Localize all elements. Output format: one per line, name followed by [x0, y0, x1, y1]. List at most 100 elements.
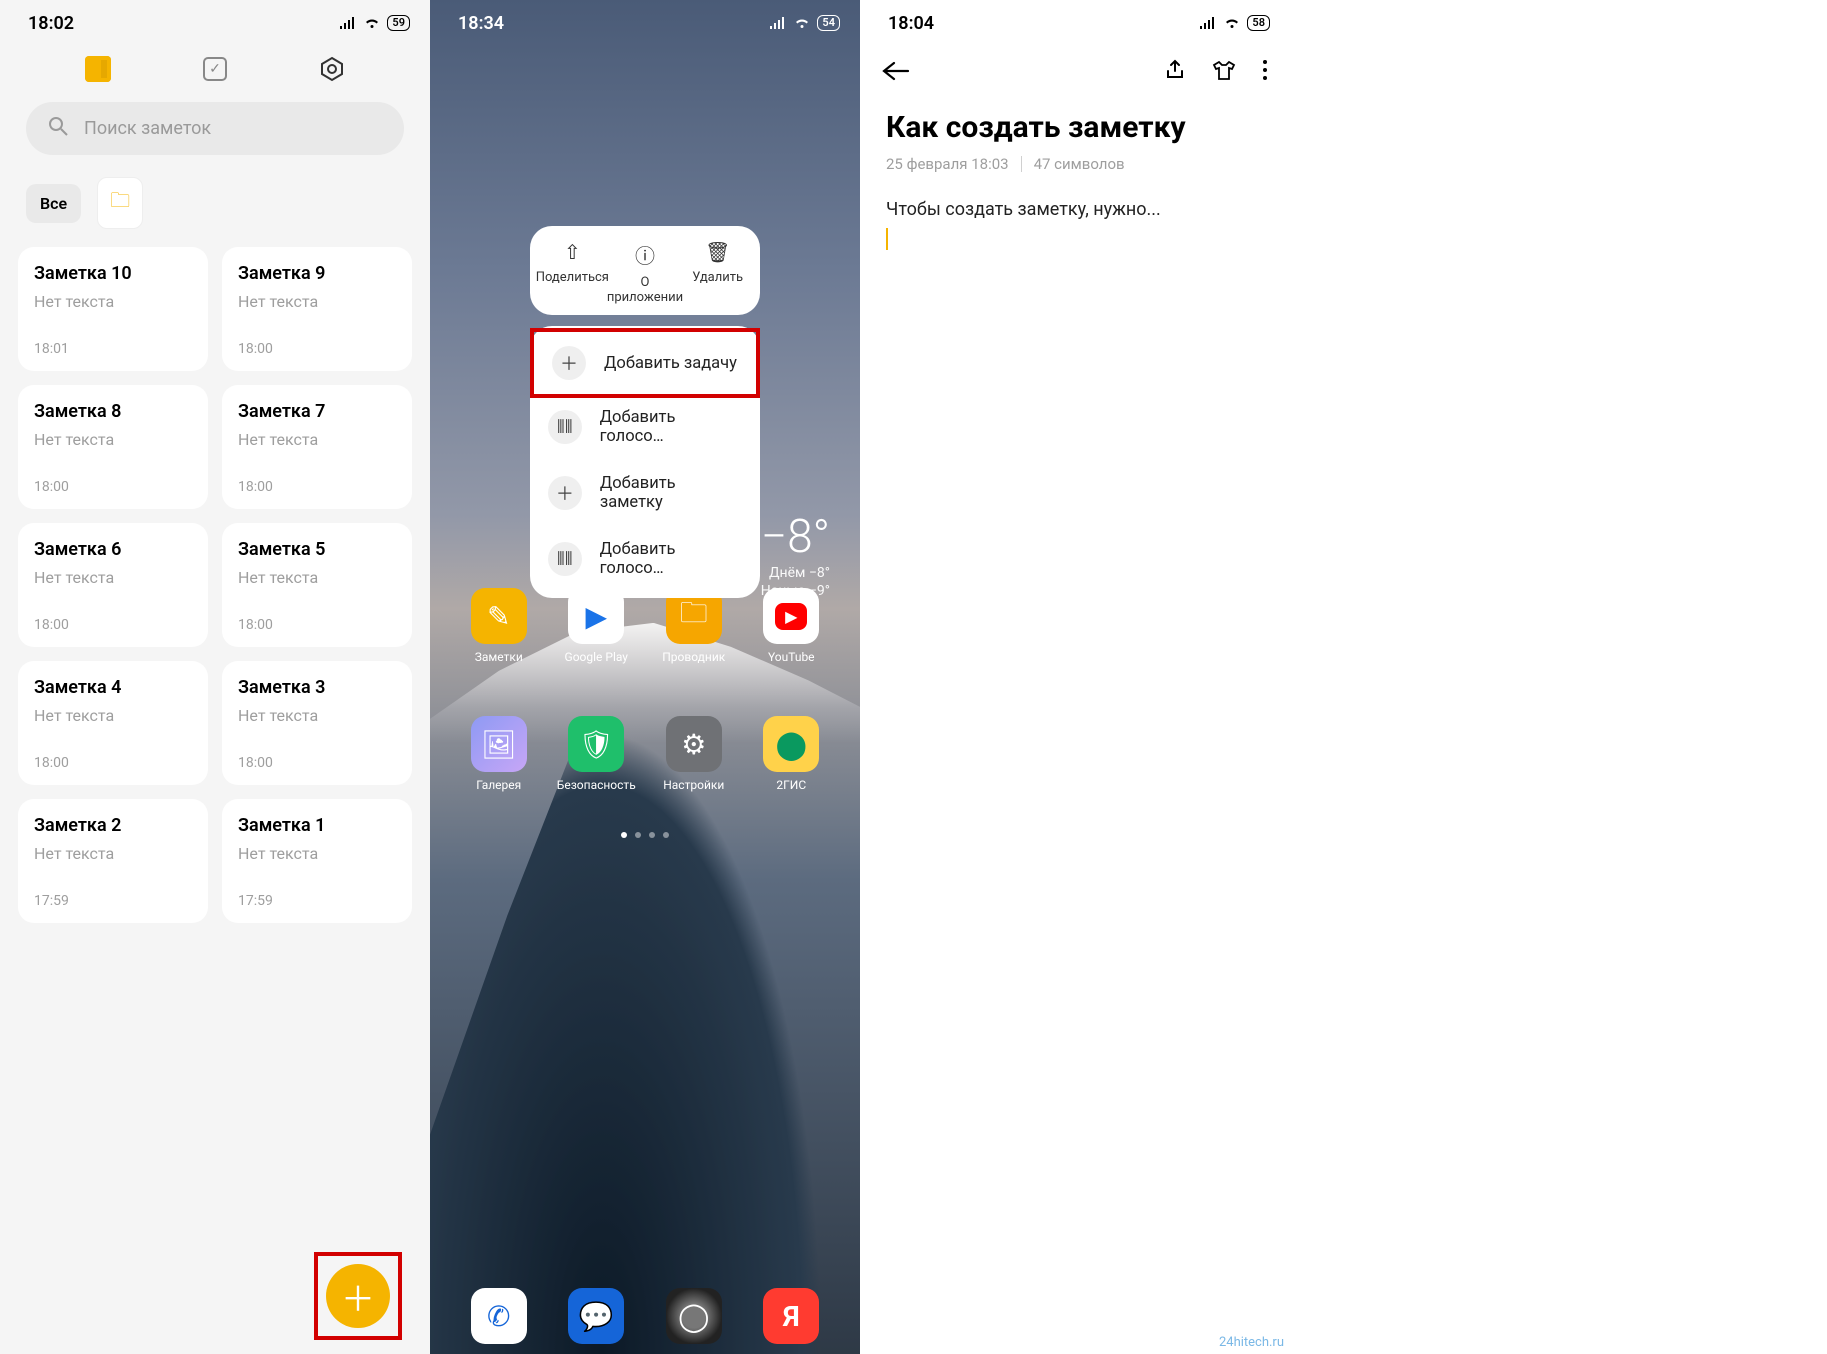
share-label: Поделиться [536, 270, 609, 285]
add-voice-label-1: Добавить голосо… [600, 408, 742, 446]
note-card[interactable]: Заметка 4 Нет текста 18:00 [18, 661, 208, 785]
page-dot [621, 832, 627, 838]
about-label: О приложении [607, 275, 683, 305]
check-icon: ✓ [203, 57, 227, 81]
note-card[interactable]: Заметка 9 Нет текста 18:00 [222, 247, 412, 371]
app-settings[interactable]: ⚙Настройки [654, 716, 734, 792]
note-sub: Нет текста [34, 844, 192, 863]
create-note-fab[interactable]: ＋ [326, 1264, 390, 1328]
yandex-icon: Я [763, 1288, 819, 1344]
note-sub: Нет текста [34, 568, 192, 587]
notes-icon [85, 56, 111, 82]
note-card[interactable]: Заметка 8 Нет текста 18:00 [18, 385, 208, 509]
share-action[interactable]: ⇧ Поделиться [537, 240, 607, 305]
tasks-tab[interactable]: ✓ [202, 56, 228, 82]
weather-night: Ночью −9° [761, 582, 830, 600]
add-task-item[interactable]: ＋ Добавить задачу [530, 328, 760, 398]
shield-icon: 🛡 [568, 716, 624, 772]
theme-button[interactable] [1212, 59, 1236, 87]
status-time: 18:04 [888, 13, 934, 34]
wifi-icon [1223, 16, 1241, 30]
note-title[interactable]: Как создать заметку [860, 96, 1290, 151]
dock-phone[interactable]: ✆Телефон [459, 1288, 539, 1344]
gear-icon [319, 56, 345, 82]
popup-tail [568, 596, 588, 608]
note-title: Заметка 10 [34, 263, 192, 284]
note-title: Заметка 6 [34, 539, 192, 560]
note-title: Заметка 3 [238, 677, 396, 698]
note-card[interactable]: Заметка 3 Нет текста 18:00 [222, 661, 412, 785]
weather-day: Днём −8° [761, 564, 830, 582]
info-icon: ⓘ [635, 240, 655, 269]
note-time: 18:00 [34, 617, 192, 633]
app-security[interactable]: 🛡 Безопасность [556, 716, 636, 792]
search-input[interactable]: Поиск заметок [26, 102, 404, 155]
plus-icon: ＋ [341, 1272, 375, 1321]
note-time: 18:01 [34, 341, 192, 357]
battery-icon: 59 [387, 15, 410, 31]
app-gallery[interactable]: 🖼Галерея [459, 716, 539, 792]
note-card[interactable]: Заметка 6 Нет текста 18:00 [18, 523, 208, 647]
dock-messages[interactable]: 💬Сообщения [556, 1288, 636, 1344]
share-button[interactable] [1164, 59, 1186, 87]
note-body[interactable]: Чтобы создать заметку, нужно... [860, 177, 1290, 272]
camera-icon: ◯ [666, 1288, 722, 1344]
note-card[interactable]: Заметка 10 Нет текста 18:01 [18, 247, 208, 371]
top-tabs: ✓ [0, 42, 430, 92]
search-placeholder: Поиск заметок [84, 118, 211, 139]
battery-icon: 54 [817, 15, 840, 31]
app-row-2: 🖼Галерея 🛡 Безопасность ⚙Настройки ⬤2ГИС [430, 716, 860, 792]
back-button[interactable] [882, 58, 910, 88]
plus-icon: ＋ [548, 476, 582, 510]
add-voice-item-2[interactable]: ⦀⦀ Добавить голосо… [530, 526, 760, 592]
shirt-icon [1212, 59, 1236, 81]
app-2gis[interactable]: ⬤2ГИС [751, 716, 831, 792]
note-card[interactable]: Заметка 5 Нет текста 18:00 [222, 523, 412, 647]
about-action[interactable]: ⓘ О приложении [610, 240, 680, 305]
more-button[interactable] [1262, 59, 1268, 87]
app-label: Безопасность [557, 778, 636, 792]
filter-folder[interactable]: 🗀 [97, 177, 143, 229]
notes-tab[interactable] [85, 56, 111, 82]
gear-icon: ⚙ [666, 716, 722, 772]
note-time: 18:00 [34, 755, 192, 771]
note-title: Заметка 9 [238, 263, 396, 284]
page-dot [635, 832, 641, 838]
app-label: Заметки [475, 650, 523, 664]
app-notes[interactable]: ✎ Заметки [459, 588, 539, 664]
add-voice-item-1[interactable]: ⦀⦀ Добавить голосо… [530, 394, 760, 460]
add-note-item[interactable]: ＋ Добавить заметку [530, 460, 760, 526]
wifi-icon [793, 16, 811, 30]
note-time: 18:00 [238, 755, 396, 771]
note-body-text: Чтобы создать заметку, нужно... [886, 199, 1161, 220]
delete-action[interactable]: 🗑 Удалить [683, 240, 753, 305]
status-bar: 18:04 58 [860, 0, 1290, 42]
settings-button[interactable] [319, 56, 345, 82]
note-card[interactable]: Заметка 7 Нет текста 18:00 [222, 385, 412, 509]
note-time: 18:00 [238, 617, 396, 633]
note-editor-screen: 18:04 58 Как создать заметку 25 февраля … [860, 0, 1290, 1354]
notes-icon: ✎ [471, 588, 527, 644]
note-title: Заметка 8 [34, 401, 192, 422]
share-icon [1164, 59, 1186, 81]
gallery-icon: 🖼 [471, 716, 527, 772]
note-card[interactable]: Заметка 2 Нет текста 17:59 [18, 799, 208, 923]
note-sub: Нет текста [238, 292, 396, 311]
dock-yandex[interactable]: ЯЯндекс [751, 1288, 831, 1344]
weather-temp: −8° [761, 510, 830, 564]
watermark: 24hitech.ru [1219, 1335, 1284, 1350]
note-card[interactable]: Заметка 1 Нет текста 17:59 [222, 799, 412, 923]
dock: ✆Телефон 💬Сообщения ◯Камера ЯЯндекс [430, 1288, 860, 1344]
back-arrow-icon [882, 61, 910, 81]
home-screen: 18:34 54 ⇧ Поделиться ⓘ О приложении 🗑 У… [430, 0, 860, 1354]
note-date: 25 февраля 18:03 [886, 155, 1009, 173]
note-time: 18:00 [238, 479, 396, 495]
folder-icon: 🗀 [110, 188, 130, 212]
dock-camera[interactable]: ◯Камера [654, 1288, 734, 1344]
shortcut-popup: ＋ Добавить задачу ⦀⦀ Добавить голосо… ＋ … [530, 326, 760, 598]
filter-all[interactable]: Все [26, 184, 81, 223]
battery-icon: 58 [1247, 15, 1270, 31]
status-right: 58 [1199, 15, 1270, 31]
note-sub: Нет текста [34, 430, 192, 449]
note-charcount: 47 символов [1034, 155, 1125, 173]
